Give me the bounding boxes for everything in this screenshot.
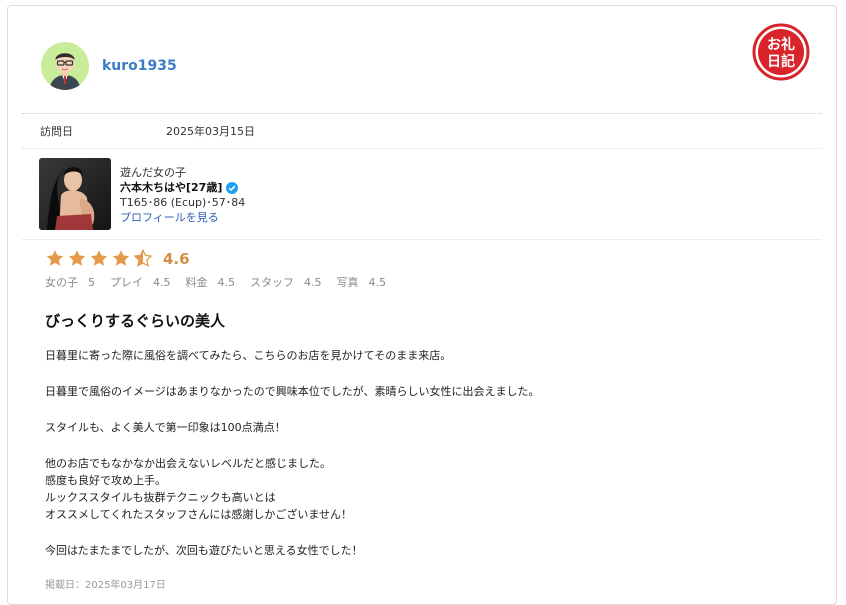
sub-rating-staff: スタッフ 4.5 bbox=[250, 276, 322, 289]
review-paragraph: 他のお店でもなかなか出会えないレベルだと感じました。 感度も良好で攻め上手。 ル… bbox=[45, 457, 353, 521]
review-paragraph: 日暮里で風俗のイメージはあまりなかったので興味本位でしたが、素晴らしい女性に出会… bbox=[45, 385, 540, 398]
review-body: 日暮里に寄った際に風俗を調べてみたら、こちらのお店を見かけてそのまま来店。 日暮… bbox=[45, 347, 805, 559]
reviewer-name[interactable]: kuro1935 bbox=[102, 58, 177, 74]
visit-date-value: 2025年03月15日 bbox=[166, 125, 255, 138]
orei-nikki-stamp-icon: お礼 日記 bbox=[752, 23, 810, 81]
sub-rating-photo: 写真 4.5 bbox=[336, 276, 387, 289]
reviewer-header: kuro1935 bbox=[41, 41, 177, 91]
star-icon bbox=[90, 250, 108, 266]
girl-details: 遊んだ女の子 六本木ちはや[27歳] T165･86 (Ecup)･57･84 … bbox=[120, 165, 245, 230]
girl-section-title: 遊んだ女の子 bbox=[120, 166, 186, 179]
visit-date-row: 訪問日 2025年03月15日 bbox=[22, 113, 822, 149]
review-paragraph: 今回はたまたまでしたが、次回も遊びたいと思える女性でした！ bbox=[45, 544, 363, 557]
svg-text:お礼: お礼 bbox=[767, 36, 795, 53]
review-paragraph: スタイルも、よく美人で第一印象は100点満点！ bbox=[45, 421, 286, 434]
star-icon bbox=[112, 250, 130, 266]
divider bbox=[22, 239, 822, 240]
sub-rating-price: 料金 4.5 bbox=[185, 276, 236, 289]
girl-name-row: 六本木ちはや[27歳] bbox=[120, 180, 245, 195]
girl-name[interactable]: 六本木ちはや[27歳] bbox=[120, 180, 222, 195]
star-icon bbox=[46, 250, 64, 266]
sub-rating-girl: 女の子 5 bbox=[45, 276, 95, 289]
sub-rating-play: プレイ 4.5 bbox=[110, 276, 171, 289]
profile-link[interactable]: プロフィールを見る bbox=[120, 211, 219, 224]
sub-ratings: 女の子 5 プレイ 4.5 料金 4.5 スタッフ 4.5 写真 4.5 bbox=[45, 274, 401, 290]
girl-photo[interactable] bbox=[39, 158, 111, 230]
reviewer-avatar-icon[interactable] bbox=[41, 42, 89, 90]
rating-row: 4.6 bbox=[45, 249, 190, 268]
rating-stars bbox=[45, 249, 155, 268]
visit-date-label: 訪問日 bbox=[40, 125, 73, 138]
svg-text:日記: 日記 bbox=[767, 53, 795, 70]
girl-info-row: 遊んだ女の子 六本木ちはや[27歳] T165･86 (Ecup)･57･84 … bbox=[39, 158, 245, 230]
review-card: kuro1935 お礼 日記 訪問日 2025年03月15日 遊んだ女の子 六本… bbox=[7, 5, 837, 605]
half-star-icon bbox=[133, 249, 153, 267]
review-paragraph: 日暮里に寄った際に風俗を調べてみたら、こちらのお店を見かけてそのまま来店。 bbox=[45, 349, 452, 362]
star-icon bbox=[68, 250, 86, 266]
girl-stats: T165･86 (Ecup)･57･84 bbox=[120, 196, 246, 209]
overall-rating: 4.6 bbox=[163, 249, 190, 268]
verified-check-icon bbox=[226, 181, 239, 194]
posted-date: 掲載日：2025年03月17日 bbox=[45, 580, 166, 591]
review-title: びっくりするぐらいの美人 bbox=[45, 312, 226, 330]
